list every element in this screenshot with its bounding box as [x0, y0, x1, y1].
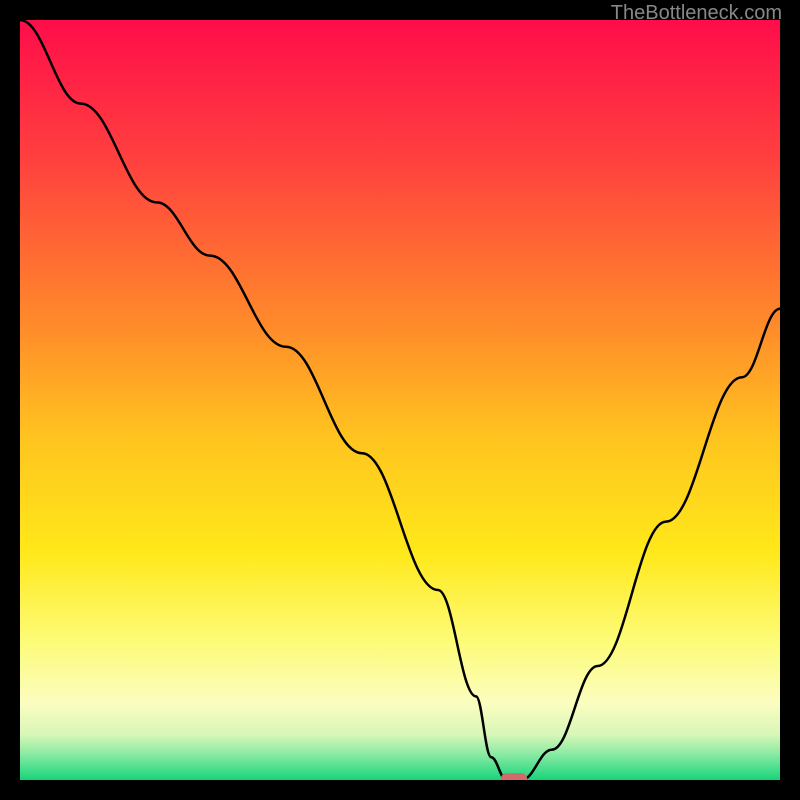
gradient-background [20, 20, 780, 780]
watermark-text: TheBottleneck.com [611, 2, 782, 25]
bottleneck-chart [20, 20, 780, 780]
optimal-marker [501, 773, 528, 780]
